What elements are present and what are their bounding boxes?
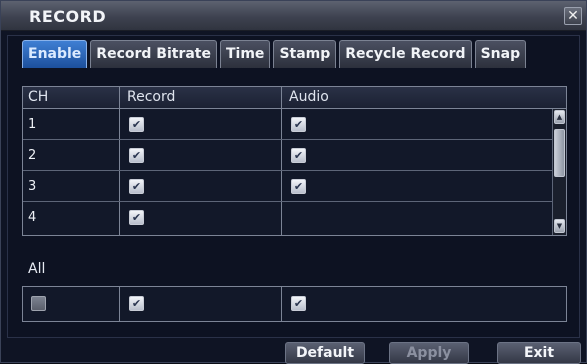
record-checkbox[interactable]: ✔: [129, 179, 144, 194]
tab-stamp[interactable]: Stamp: [273, 40, 337, 68]
table-header: CH Record Audio: [23, 87, 566, 109]
tab-snap[interactable]: Snap: [474, 40, 527, 68]
column-divider: [281, 287, 282, 321]
table-row: 3 ✔ ✔: [23, 171, 558, 202]
audio-checkbox[interactable]: ✔: [291, 117, 306, 132]
channel-number: 4: [28, 210, 37, 225]
tab-record-bitrate[interactable]: Record Bitrate: [90, 40, 217, 68]
tab-bar: Enable Record Bitrate Time Stamp Recycle…: [22, 40, 527, 68]
record-dialog: RECORD ✕ Enable Record Bitrate Time Stam…: [0, 0, 587, 364]
scroll-down-icon[interactable]: ▼: [554, 219, 565, 233]
scroll-up-icon[interactable]: ▲: [554, 110, 565, 124]
title-bar: RECORD ✕: [1, 1, 586, 31]
record-checkbox[interactable]: ✔: [129, 210, 144, 225]
scroll-thumb[interactable]: [554, 129, 565, 177]
scrollbar[interactable]: ▲ ▼: [552, 109, 566, 235]
content-panel: Enable Record Bitrate Time Stamp Recycle…: [7, 35, 580, 338]
column-header-ch: CH: [28, 89, 49, 105]
close-icon[interactable]: ✕: [564, 7, 582, 25]
record-checkbox[interactable]: ✔: [129, 148, 144, 163]
all-audio-checkbox[interactable]: ✔: [291, 296, 306, 311]
apply-button[interactable]: Apply: [389, 342, 469, 364]
all-row: ✔ ✔: [22, 286, 567, 322]
column-divider: [119, 287, 120, 321]
all-enable-checkbox[interactable]: [31, 296, 46, 311]
column-header-audio: Audio: [289, 89, 329, 105]
tab-time[interactable]: Time: [220, 40, 271, 68]
channel-number: 2: [28, 148, 37, 163]
all-label: All: [28, 261, 46, 277]
default-button[interactable]: Default: [285, 342, 365, 364]
table-row: 1 ✔ ✔: [23, 109, 558, 140]
all-record-checkbox[interactable]: ✔: [129, 296, 144, 311]
audio-checkbox[interactable]: ✔: [291, 148, 306, 163]
exit-button[interactable]: Exit: [497, 342, 581, 364]
table-row: 4 ✔: [23, 202, 558, 235]
record-checkbox[interactable]: ✔: [129, 117, 144, 132]
channel-number: 1: [28, 117, 37, 132]
table-row: 2 ✔ ✔: [23, 140, 558, 171]
channel-table: CH Record Audio 1 ✔ ✔ 2 ✔ ✔ 3 ✔ ✔ 4 ✔ ▲ …: [22, 86, 567, 236]
tab-recycle-record[interactable]: Recycle Record: [339, 40, 472, 68]
tab-enable[interactable]: Enable: [22, 40, 88, 68]
dialog-title: RECORD: [29, 7, 107, 26]
column-header-record: Record: [127, 89, 176, 105]
audio-checkbox[interactable]: ✔: [291, 179, 306, 194]
channel-number: 3: [28, 179, 37, 194]
